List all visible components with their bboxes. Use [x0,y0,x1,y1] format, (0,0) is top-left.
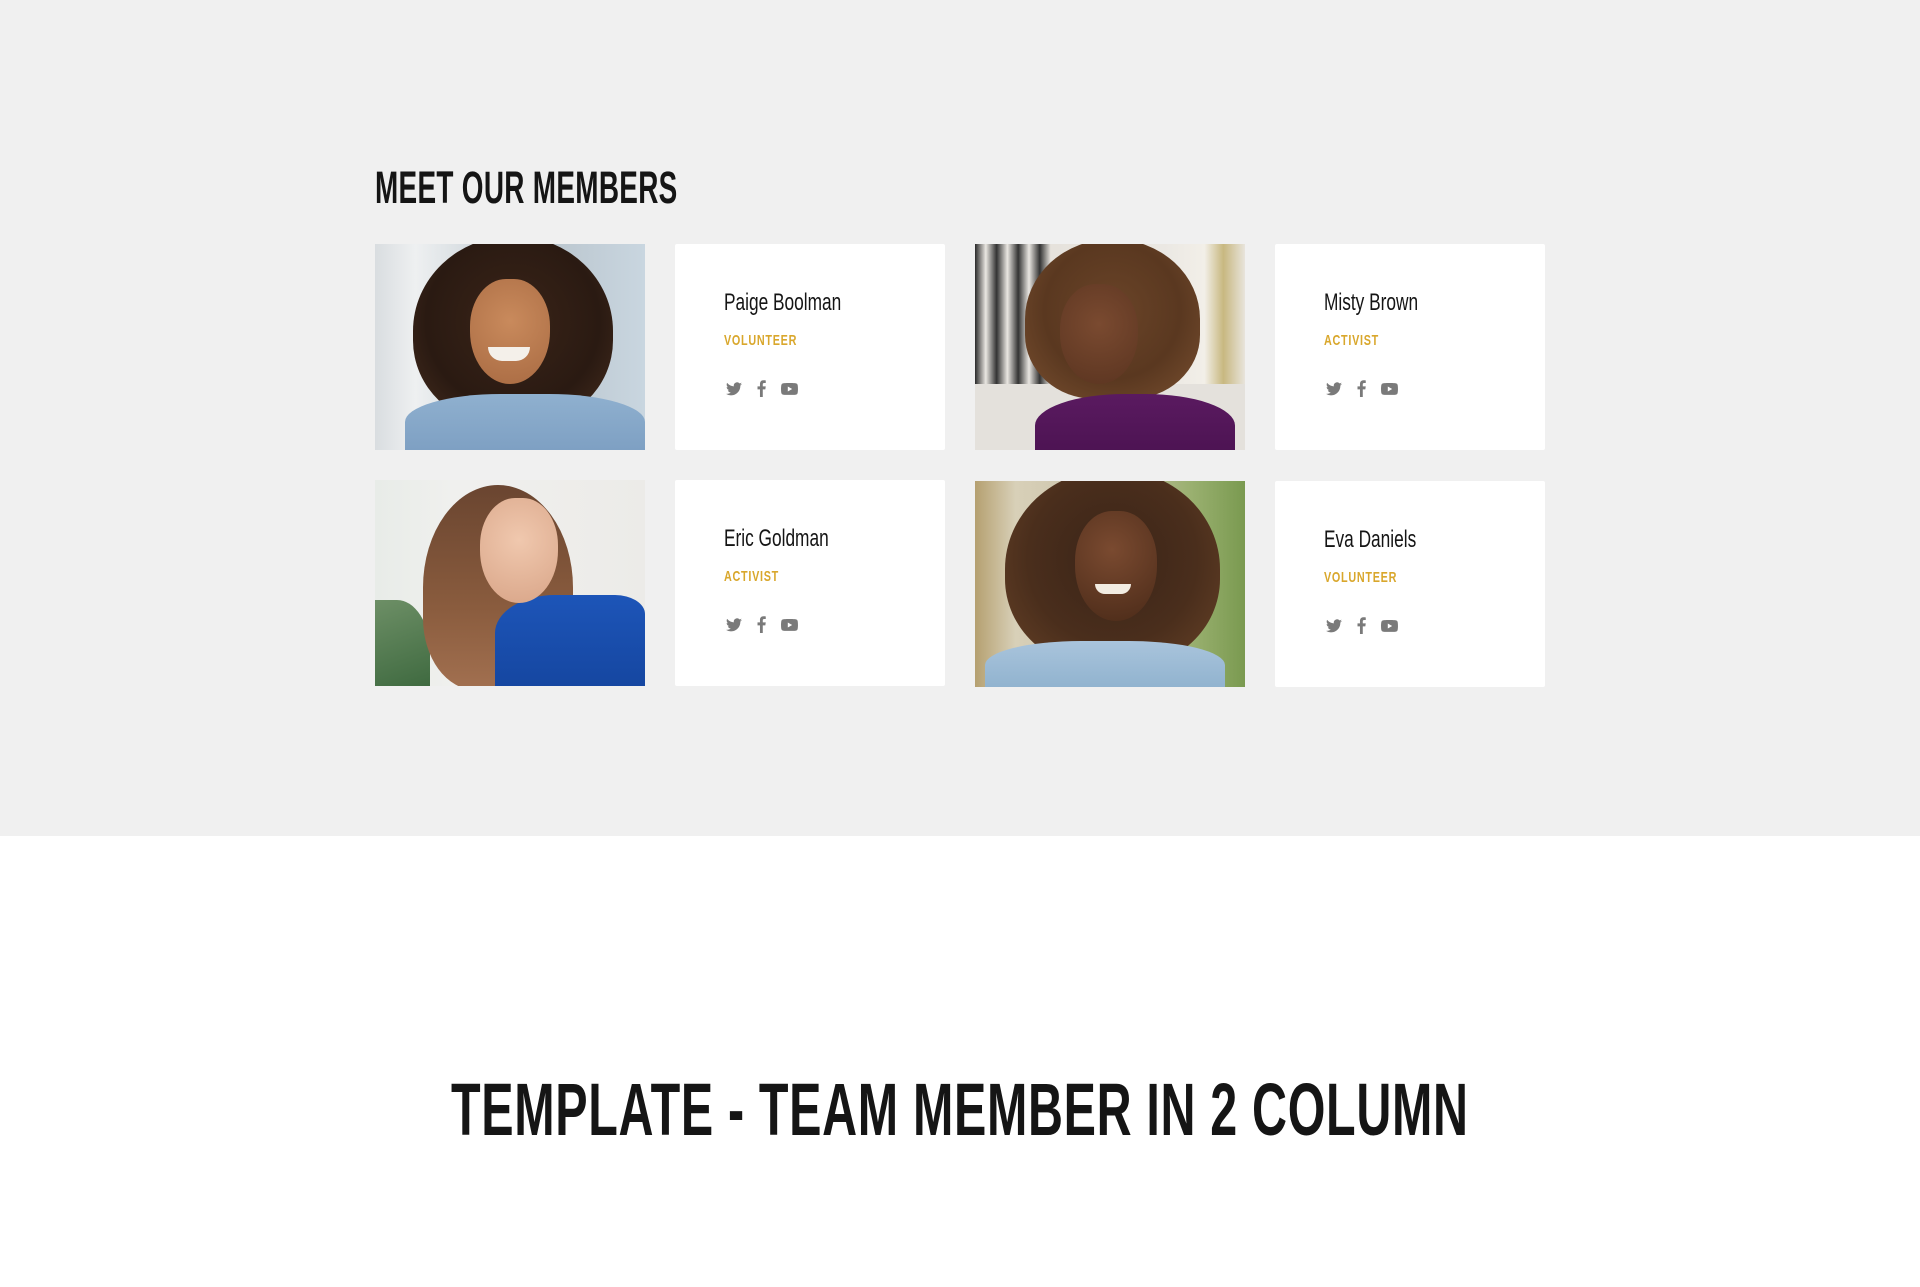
member-card: Misty Brown ACTIVIST [1275,244,1545,450]
twitter-icon[interactable] [1325,380,1342,397]
social-links [1325,380,1398,397]
social-links [725,380,798,397]
social-links [1325,617,1398,634]
twitter-icon[interactable] [725,380,742,397]
member-role: ACTIVIST [1324,332,1379,349]
youtube-icon[interactable] [1381,380,1398,397]
twitter-icon[interactable] [725,616,742,633]
member-photo [975,244,1245,450]
facebook-icon[interactable] [1353,617,1370,634]
member-role: ACTIVIST [724,568,779,585]
member-name: Paige Boolman [724,289,842,316]
facebook-icon[interactable] [753,616,770,633]
section-heading: MEET OUR MEMBERS [375,162,678,213]
twitter-icon[interactable] [1325,617,1342,634]
member-card: Paige Boolman VOLUNTEER [675,244,945,450]
youtube-icon[interactable] [781,616,798,633]
facebook-icon[interactable] [1353,380,1370,397]
members-section: MEET OUR MEMBERS Paige Boolman VOLUNTEER [0,0,1920,836]
facebook-icon[interactable] [753,380,770,397]
member-photo [375,244,645,450]
youtube-icon[interactable] [781,380,798,397]
youtube-icon[interactable] [1381,617,1398,634]
member-photo [375,480,645,686]
member-role: VOLUNTEER [1324,569,1398,586]
member-photo [975,481,1245,687]
member-name: Misty Brown [1324,289,1419,316]
social-links [725,616,798,633]
member-name: Eva Daniels [1324,526,1417,553]
member-card: Eva Daniels VOLUNTEER [1275,481,1545,687]
member-role: VOLUNTEER [724,332,798,349]
template-title: TEMPLATE - TEAM MEMBER IN 2 COLUMN [451,1068,1469,1151]
member-card: Eric Goldman ACTIVIST [675,480,945,686]
member-name: Eric Goldman [724,525,829,552]
